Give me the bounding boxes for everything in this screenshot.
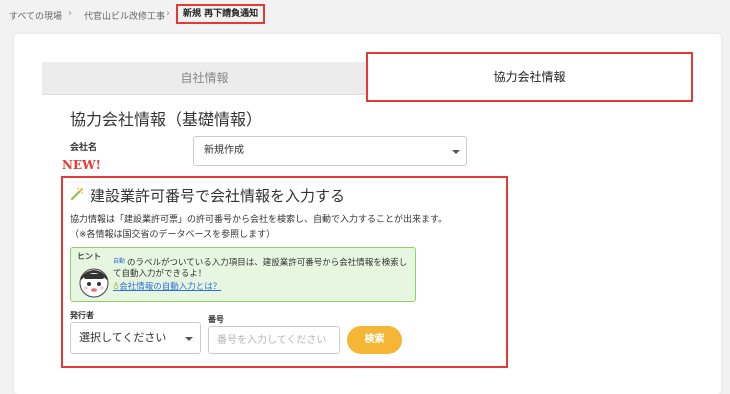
- company-select-value: 新規作成: [204, 145, 244, 156]
- hint-text-block: 自動 のラベルがついている入力項目は、建設業許可番号から会社情報を検索して自動入力…: [113, 256, 413, 280]
- license-search-title: 建設業許可番号で会社情報を入力する: [90, 187, 346, 205]
- auto-badge: 自動: [113, 258, 126, 265]
- tab-partner-company[interactable]: 協力会社情報: [366, 52, 693, 102]
- auto-fill-help-link[interactable]: ♁会社情報の自動入力とは？: [113, 280, 221, 292]
- chevron-down-icon: [185, 337, 193, 341]
- breadcrumb-item-project[interactable]: 代官山ビル改修工事: [84, 9, 165, 22]
- hint-label: ヒント: [77, 252, 101, 261]
- chevron-down-icon: [452, 150, 460, 154]
- company-select[interactable]: 新規作成: [193, 136, 467, 166]
- issuer-select-value: 選択してください: [79, 331, 167, 344]
- new-badge: NEW!: [62, 158, 101, 172]
- breadcrumb-current: 新規 再下請負通知: [176, 4, 266, 24]
- license-number-input[interactable]: [208, 326, 340, 354]
- hint-box: ヒント 自動 のラベルがついている入力項目は、建設業許可番号から会社情報を検索して…: [70, 247, 416, 302]
- mascot-icon: [79, 268, 109, 298]
- license-search-note: （※各情報は国交省のデータベースを参照します）: [70, 230, 276, 240]
- breadcrumb-separator: ›: [68, 8, 72, 19]
- issuer-label: 発行者: [70, 311, 94, 320]
- magic-wand-icon: [71, 187, 83, 200]
- section-title: 協力会社情報（基礎情報）: [70, 110, 263, 129]
- hint-text: のラベルがついている入力項目は、建設業許可番号から会社情報を検索して自動入力がで…: [113, 258, 408, 279]
- breadcrumb-item-all-sites[interactable]: すべての現場: [9, 9, 62, 22]
- issuer-select[interactable]: 選択してください: [70, 322, 201, 354]
- breadcrumb-separator: ›: [166, 8, 170, 19]
- company-name-label: 会社名: [70, 143, 98, 153]
- number-label: 番号: [208, 315, 224, 324]
- search-button[interactable]: 検索: [347, 326, 402, 354]
- breadcrumb: すべての現場 › 代官山ビル改修工事 › 新規 再下請負通知: [0, 0, 730, 30]
- license-search-description: 協力情報は「建設業許可票」の許可番号から会社を検索し、自動で入力することが出来ま…: [70, 215, 448, 225]
- tab-own-company[interactable]: 自社情報: [42, 62, 367, 95]
